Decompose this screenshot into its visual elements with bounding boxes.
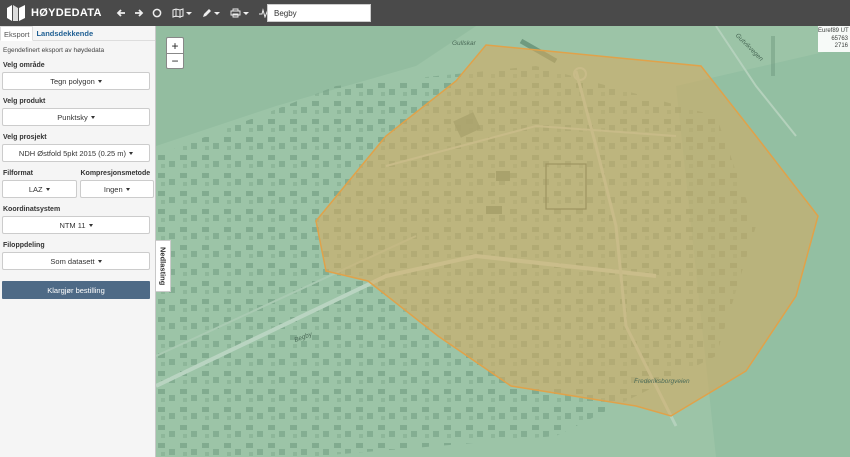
download-tab[interactable]: Nedlasting	[156, 240, 171, 292]
coordinate-system-label: Koordinatsystem	[3, 206, 61, 213]
chevron-down-icon	[129, 151, 134, 155]
logo-mark-icon	[7, 5, 25, 21]
map-view[interactable]: Gullskar Begby Frederiksborgveien Gutvik…	[156, 26, 850, 457]
coordinate-readout: Euref89 UT 65763 2716	[818, 26, 850, 52]
top-toolbar: HØYDEDATA	[0, 0, 850, 26]
file-format-value: LAZ	[28, 184, 43, 194]
map-canvas	[156, 26, 850, 457]
product-select[interactable]: Punktsky	[2, 108, 150, 126]
chevron-down-icon	[97, 259, 102, 263]
export-sidebar: Eksport Landsdekkende Egendefinert ekspo…	[0, 26, 156, 457]
tab-eksport[interactable]: Eksport	[0, 26, 34, 41]
map-icon	[172, 8, 184, 18]
chevron-down-icon	[88, 223, 93, 227]
chevron-down-icon	[125, 187, 130, 191]
chevron-down-icon	[90, 115, 95, 119]
tab-landsdekkende[interactable]: Landsdekkende	[33, 26, 96, 41]
export-description: Egendefinert eksport av høydedata	[3, 47, 105, 54]
search-input[interactable]	[267, 4, 371, 22]
coordinate-system-value: NTM 11	[59, 220, 86, 230]
chevron-down-icon	[45, 187, 50, 191]
map-menu-button[interactable]	[172, 0, 192, 26]
download-tab-label: Nedlasting	[158, 246, 168, 286]
product-value: Punktsky	[57, 112, 88, 122]
sidebar-tabs: Eksport Landsdekkende	[0, 26, 155, 41]
coord-system-text: Euref89 UT	[818, 28, 849, 34]
forward-button[interactable]	[134, 0, 144, 26]
zoom-in-button[interactable]: +	[166, 37, 184, 53]
arrow-left-icon	[116, 9, 125, 17]
compression-select[interactable]: Ingen	[79, 180, 154, 198]
back-button[interactable]	[116, 0, 126, 26]
arrow-right-icon	[134, 9, 144, 17]
compression-value: Ingen	[103, 184, 123, 194]
app-title: HØYDEDATA	[31, 7, 102, 19]
circle-icon	[152, 8, 162, 18]
coordinate-system-select[interactable]: NTM 11	[2, 216, 150, 234]
compression-label: Kompresjonsmetode	[80, 170, 151, 177]
reset-button[interactable]	[152, 0, 162, 26]
file-split-label: Filoppdeling	[3, 242, 45, 249]
area-value: Tegn polygon	[50, 76, 95, 86]
prepare-order-button[interactable]: Klargjør bestilling	[2, 281, 150, 299]
chevron-down-icon	[97, 79, 102, 83]
app-logo[interactable]: HØYDEDATA	[6, 0, 102, 26]
file-format-select[interactable]: LAZ	[2, 180, 77, 198]
project-label: Velg prosjekt	[3, 134, 47, 141]
pencil-icon	[202, 9, 211, 17]
project-value: NDH Østfold 5pkt 2015 (0.25 m)	[18, 148, 127, 158]
draw-menu-button[interactable]	[202, 0, 220, 26]
printer-icon	[230, 8, 241, 18]
file-split-select[interactable]: Som datasett	[2, 252, 150, 270]
print-menu-button[interactable]	[230, 0, 249, 26]
product-label: Velg produkt	[3, 98, 46, 105]
project-select[interactable]: NDH Østfold 5pkt 2015 (0.25 m)	[2, 144, 150, 162]
zoom-out-button[interactable]: −	[166, 53, 184, 69]
area-select[interactable]: Tegn polygon	[2, 72, 150, 90]
file-format-label: Filformat	[3, 170, 33, 177]
coord-north-text: 65763	[831, 35, 848, 42]
format-row: Filformat LAZ Kompresjonsmetode Ingen	[0, 162, 155, 198]
file-split-value: Som datasett	[50, 256, 95, 266]
coord-east-text: 2716	[834, 43, 848, 49]
place-label-gullskar: Gullskar	[452, 40, 476, 47]
place-label-frederiksborgveien: Frederiksborgveien	[634, 378, 690, 385]
area-label: Velg område	[3, 62, 45, 69]
